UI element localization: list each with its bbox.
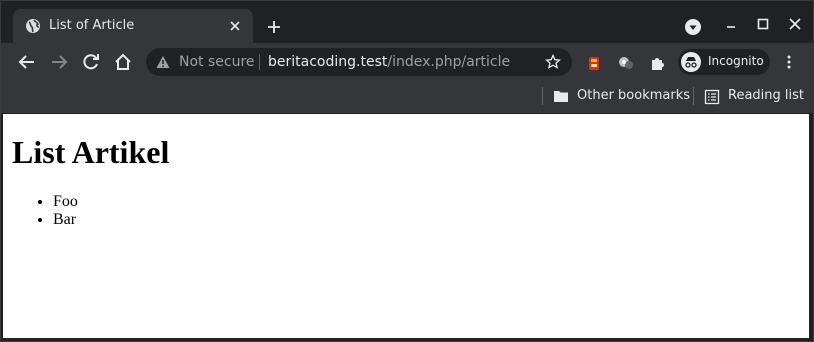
other-bookmarks-label: Other bookmarks (577, 88, 691, 103)
reading-list-icon (704, 89, 720, 105)
close-tab-icon[interactable] (227, 18, 243, 34)
list-item: Bar (53, 211, 78, 229)
reading-list-label: Reading list (728, 88, 804, 103)
url-host: beritacoding.test (268, 54, 388, 70)
minimize-icon[interactable] (723, 16, 739, 32)
browser-window: List of Article Not secure beritacoding.… (0, 0, 814, 342)
extension-red-icon[interactable] (585, 54, 603, 72)
url-path: /index.php/article (387, 54, 511, 70)
incognito-icon (681, 52, 701, 72)
page-content: List Artikel Foo Bar (3, 114, 809, 338)
browser-tab[interactable]: List of Article (13, 9, 253, 43)
bookmarks-bar: Other bookmarks Reading list (1, 81, 813, 114)
bookmark-star-icon[interactable] (545, 54, 561, 70)
home-icon[interactable] (113, 52, 133, 72)
tab-strip: List of Article (1, 1, 813, 43)
maximize-icon[interactable] (755, 16, 771, 32)
incognito-profile-button[interactable]: Incognito (678, 49, 770, 75)
security-label[interactable]: Not secure (179, 54, 255, 70)
forward-icon[interactable] (49, 52, 69, 72)
extension-gray-icon[interactable] (617, 54, 635, 72)
reload-icon[interactable] (81, 52, 101, 72)
more-menu-icon[interactable] (781, 54, 797, 70)
browser-toolbar: Not secure beritacoding.test/index.php/a… (1, 43, 813, 81)
tab-title: List of Article (49, 18, 135, 33)
globe-icon (26, 19, 40, 33)
divider (259, 54, 260, 70)
address-bar[interactable]: Not secure beritacoding.test/index.php/a… (146, 48, 572, 76)
close-window-icon[interactable] (787, 16, 803, 32)
profile-label: Incognito (708, 54, 764, 68)
bookmarks-divider (542, 87, 543, 105)
new-tab-icon[interactable] (265, 18, 283, 36)
page-heading: List Artikel (12, 134, 170, 170)
list-item: Foo (53, 193, 78, 211)
back-icon[interactable] (17, 52, 37, 72)
warning-icon[interactable] (156, 55, 170, 69)
extensions-puzzle-icon[interactable] (649, 54, 667, 72)
article-list: Foo Bar (3, 193, 78, 229)
bookmarks-divider (693, 87, 694, 105)
url-text[interactable]: beritacoding.test/index.php/article (268, 54, 510, 70)
folder-icon (554, 91, 568, 102)
tab-search-icon[interactable] (684, 18, 702, 36)
